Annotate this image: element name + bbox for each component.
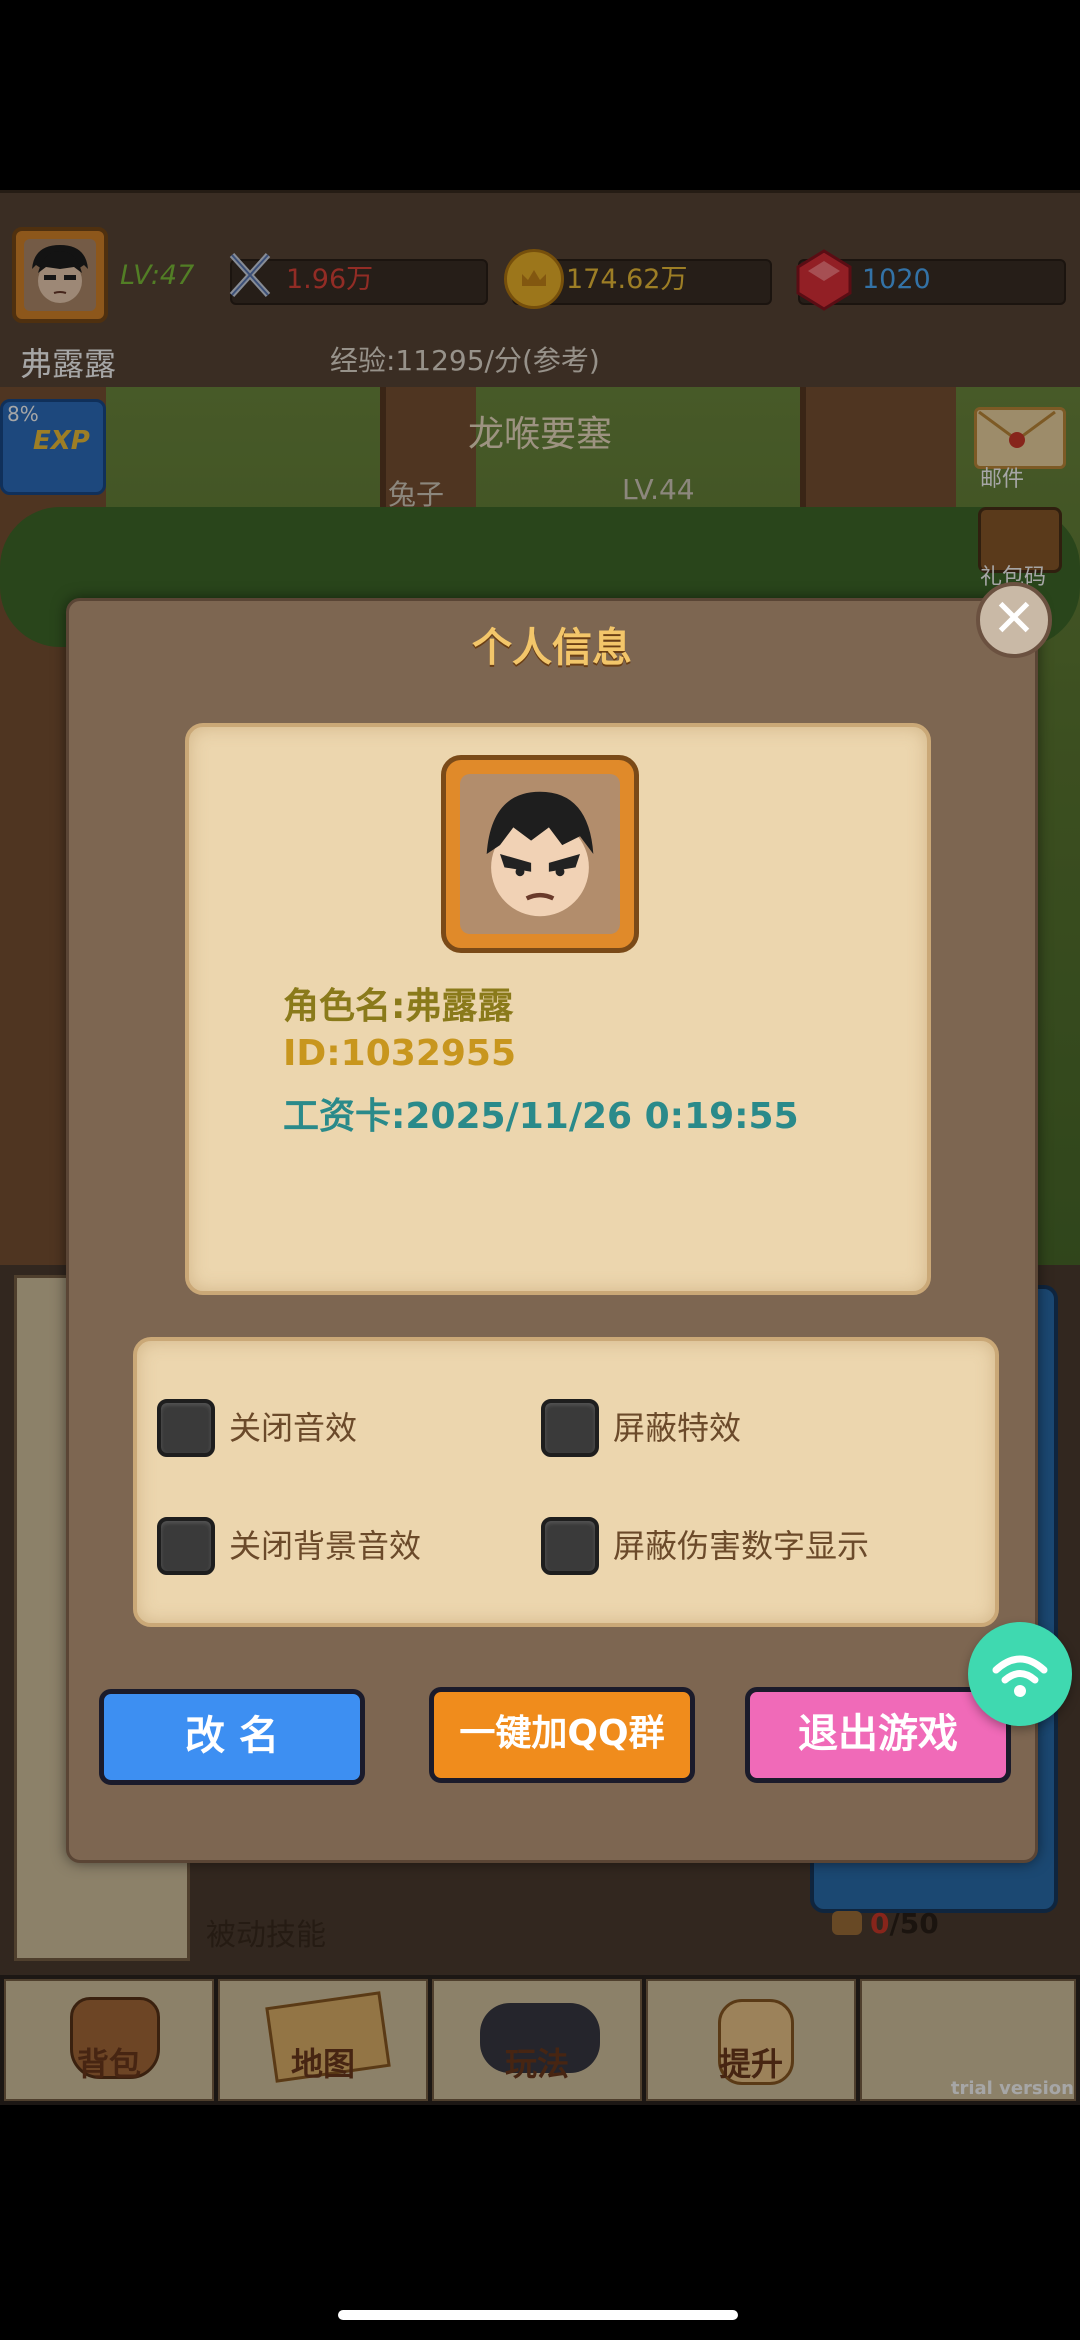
player-id: ID:1032955 <box>283 1033 517 1074</box>
settings-card: 关闭音效 屏蔽特效 关闭背景音效 屏蔽伤害数字显示 <box>133 1337 999 1627</box>
setting-hide-damage[interactable]: 屏蔽伤害数字显示 <box>541 1517 869 1575</box>
wifi-icon <box>992 1655 1048 1697</box>
join-qq-button[interactable]: 一键加QQ群 <box>429 1687 695 1783</box>
close-button[interactable]: ✕ <box>976 582 1052 658</box>
hide-effects-label: 屏蔽特效 <box>613 1409 742 1447</box>
hide-damage-checkbox[interactable] <box>541 1517 599 1575</box>
hide-effects-checkbox[interactable] <box>541 1399 599 1457</box>
home-indicator[interactable] <box>338 2310 738 2320</box>
modal-title: 个人信息 <box>472 625 632 671</box>
mute-sfx-checkbox[interactable] <box>157 1399 215 1457</box>
profile-modal: 个人信息 角色名:弗露露 ID:1032955 工资卡:2025/11/26 0… <box>66 598 1038 1863</box>
profile-info-card: 角色名:弗露露 ID:1032955 工资卡:2025/11/26 0:19:5… <box>185 723 931 1295</box>
mute-bgm-label: 关闭背景音效 <box>229 1527 422 1565</box>
network-status-button[interactable] <box>968 1622 1072 1726</box>
rename-button[interactable]: 改 名 <box>99 1689 365 1785</box>
mute-sfx-label: 关闭音效 <box>229 1409 358 1447</box>
hide-damage-label: 屏蔽伤害数字显示 <box>613 1527 870 1565</box>
role-name: 角色名:弗露露 <box>283 986 514 1027</box>
setting-mute-bgm[interactable]: 关闭背景音效 <box>157 1517 421 1575</box>
profile-avatar <box>441 755 639 953</box>
setting-hide-effects[interactable]: 屏蔽特效 <box>541 1399 741 1457</box>
setting-mute-sfx[interactable]: 关闭音效 <box>157 1399 357 1457</box>
character-face-icon <box>486 791 594 917</box>
salary-card: 工资卡:2025/11/26 0:19:55 <box>283 1096 799 1137</box>
close-icon: ✕ <box>992 589 1036 649</box>
mute-bgm-checkbox[interactable] <box>157 1517 215 1575</box>
